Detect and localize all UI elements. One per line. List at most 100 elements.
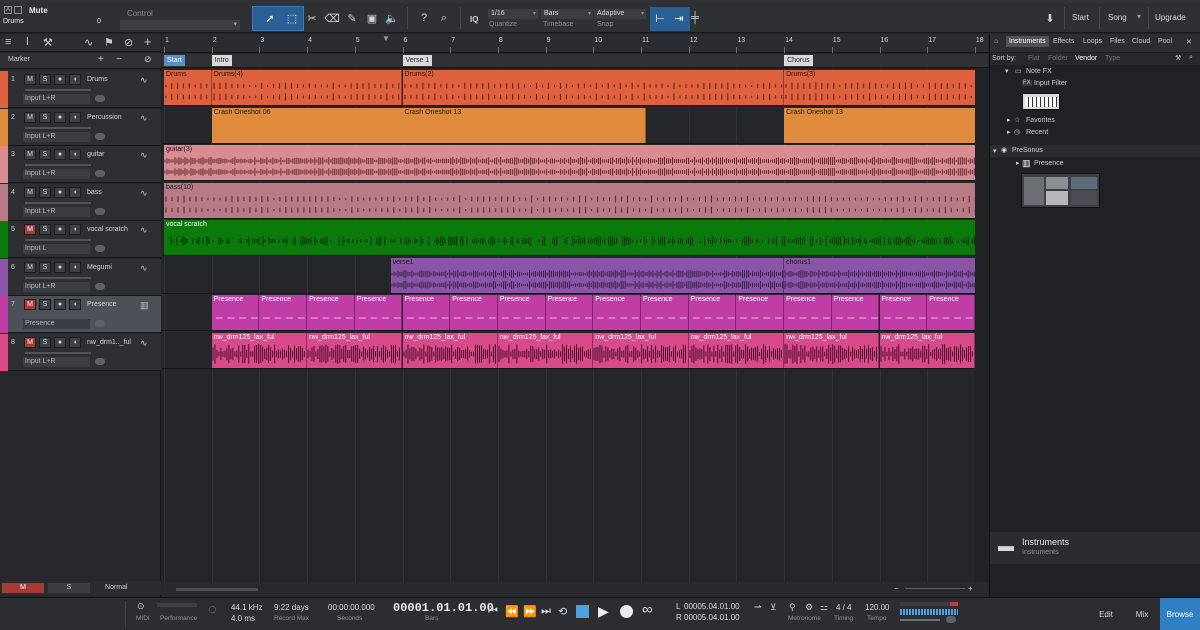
record-button[interactable] <box>620 605 633 618</box>
midi-clip[interactable]: Presence <box>259 295 308 330</box>
track-lane[interactable]: nw_drm125_lax_ful nw_drm125_lax_ful nw_drm… <box>162 332 975 369</box>
mute-button[interactable]: M <box>24 224 36 235</box>
midi-clip[interactable]: Presence <box>879 295 928 330</box>
chevron-down-icon[interactable]: ▾ <box>993 147 997 155</box>
marker-verse-1[interactable]: Verse 1 <box>402 55 433 66</box>
midi-clip[interactable]: Presence <box>211 295 260 330</box>
input-filter-item[interactable]: Input Filter <box>1034 80 1067 87</box>
mode-dropdown[interactable]: Normal <box>95 583 150 593</box>
track-monitor-toggle[interactable] <box>95 282 105 290</box>
tab-cloud[interactable]: Cloud <box>1132 38 1150 45</box>
tab-instruments[interactable]: Instruments <box>1006 36 1049 47</box>
track-name[interactable]: Percussion <box>87 114 122 121</box>
metronome-icon[interactable]: ⚲ <box>789 602 796 613</box>
volume-value[interactable]: 0 <box>97 18 101 25</box>
percussion-clip[interactable]: Crash Oneshot 13 <box>784 107 978 143</box>
solo-button[interactable]: S <box>39 336 51 348</box>
inspector-icon[interactable]: ǀ <box>26 36 29 48</box>
mute-button[interactable]: M <box>24 149 36 160</box>
chevron-right-icon[interactable]: ▸ <box>1007 128 1011 136</box>
vocal-clip[interactable]: chorus1 <box>784 257 978 293</box>
track-monitor-toggle[interactable] <box>95 207 105 215</box>
add-marker-icon[interactable]: + <box>98 54 104 65</box>
monitor-button[interactable]: ◖ <box>69 336 81 348</box>
timebase-dropdown[interactable]: Bars <box>541 9 593 19</box>
sort-flat[interactable]: Flat <box>1028 55 1040 62</box>
snap-grid-icon[interactable]: ╪ <box>690 7 700 29</box>
percussion-clip[interactable]: Crash Oneshot 06 <box>211 107 405 143</box>
track-header[interactable]: 1 M S ● ◖ Drums ∿ Input L+R <box>0 71 161 108</box>
midi-clip[interactable]: Presence <box>593 295 641 330</box>
record-arm-button[interactable]: ● <box>54 186 66 198</box>
loop-toggle-icon[interactable]: ∞ <box>642 601 653 618</box>
presence-instrument[interactable]: Presence <box>1034 160 1064 167</box>
track-header[interactable]: 3 M S ● ◖ guitar ∿ Input L+R <box>0 146 161 183</box>
arrow-tool-icon[interactable]: ➚ <box>262 7 278 29</box>
midi-clip[interactable]: Presence <box>497 295 546 330</box>
vocal-clip[interactable]: vocal scratch <box>164 220 978 255</box>
note-fx-folder[interactable]: Note FX <box>1026 68 1052 75</box>
favorites-folder[interactable]: Favorites <box>1026 117 1055 124</box>
return-to-zero-icon[interactable]: ⏮ <box>488 605 498 618</box>
track-header[interactable]: 8 M S ● ◖ nw_drm1.._ful ∿ Input L+R <box>0 333 161 371</box>
solo-button[interactable]: S <box>39 111 51 123</box>
audio-loop-clip[interactable]: nw_drm125_lax_ful <box>497 332 594 368</box>
remove-marker-icon[interactable]: − <box>116 54 122 65</box>
track-name[interactable]: nw_drm1.._ful <box>87 339 131 346</box>
track-header[interactable]: 4 M S ● ◖ bass ∿ Input L+R <box>0 183 161 221</box>
tab-loops[interactable]: Loops <box>1083 38 1102 45</box>
drum-clip[interactable]: Drums(2) <box>402 70 785 105</box>
track-lane[interactable]: verse1 chorus1 <box>162 257 978 294</box>
mute-button[interactable]: M <box>24 111 36 123</box>
midi-clip[interactable]: Presence <box>688 295 737 330</box>
midi-clip[interactable]: Presence <box>927 295 975 330</box>
monitor-button[interactable]: ◖ <box>69 299 81 310</box>
track-volume-fader[interactable] <box>25 164 91 166</box>
marker-track[interactable]: Start Intro Verse 1 Chorus <box>162 54 988 68</box>
mute-button[interactable]: M <box>24 299 36 310</box>
track-input-dropdown[interactable]: Input L+R <box>23 356 90 367</box>
solo-button[interactable]: S <box>39 186 51 198</box>
home-icon[interactable]: ⌂ <box>994 38 998 45</box>
menu-icon[interactable]: ≡ <box>5 36 11 48</box>
track-color-strip[interactable] <box>0 258 8 296</box>
monitor-button[interactable]: ◖ <box>69 261 81 273</box>
arrange-view[interactable]: Drums Drums(4) Drums(2) Drums(3) Crash Onesh… <box>162 69 978 597</box>
audio-loop-clip[interactable]: nw_drm125_lax_ful <box>879 332 975 368</box>
track-volume-fader[interactable] <box>25 314 91 316</box>
zoom-in-icon[interactable]: + <box>968 584 973 593</box>
audio-loop-clip[interactable]: nw_drm125_lax_ful <box>688 332 785 368</box>
stop-button[interactable] <box>576 605 589 618</box>
mute-button[interactable]: M <box>24 74 36 85</box>
search-icon[interactable]: ⌕ <box>1189 54 1193 62</box>
record-arm-button[interactable]: ● <box>54 336 66 348</box>
midi-clip[interactable]: Presence <box>784 295 832 330</box>
monitor-button[interactable]: ◖ <box>69 224 81 235</box>
marker-chorus[interactable]: Chorus <box>784 55 813 66</box>
guitar-clip[interactable]: guitar(3) <box>164 145 978 180</box>
track-volume-fader[interactable] <box>25 276 91 279</box>
snap-left-icon[interactable]: ⊢ <box>652 7 668 29</box>
tempo-value[interactable]: 120.00 <box>865 603 889 612</box>
track-color-strip[interactable] <box>0 183 8 221</box>
horizontal-scrollbar[interactable]: − + <box>162 582 988 597</box>
vocal-clip[interactable]: verse1 <box>390 257 785 293</box>
wrench-icon[interactable]: ⚒ <box>43 36 53 49</box>
track-color-strip[interactable] <box>0 296 8 333</box>
marker-start[interactable]: Start <box>164 55 185 66</box>
mute-button[interactable]: M <box>24 186 36 198</box>
mute-tool-icon[interactable]: ▣ <box>364 7 380 29</box>
track-monitor-toggle[interactable] <box>95 95 105 102</box>
track-input-dropdown[interactable]: Input L+R <box>23 94 90 104</box>
split-tool-icon[interactable]: ✂ <box>304 7 320 29</box>
rewind-icon[interactable]: ⏪ <box>505 605 519 618</box>
track-input-dropdown[interactable]: Input L+R <box>23 169 90 179</box>
marker-nav-icon[interactable]: ⊘ <box>144 54 152 65</box>
track-lane[interactable]: Presence Presence Presence Presence Presence… <box>162 294 975 331</box>
click-settings-icon[interactable]: ⚙ <box>805 602 813 613</box>
loop-end[interactable]: 00005.04.01.00 <box>684 613 740 622</box>
sort-folder[interactable]: Folder <box>1048 55 1068 62</box>
track-name[interactable]: bass <box>87 189 102 196</box>
track-input-dropdown[interactable]: Input L+R <box>23 131 90 142</box>
track-color-strip[interactable] <box>0 71 8 108</box>
